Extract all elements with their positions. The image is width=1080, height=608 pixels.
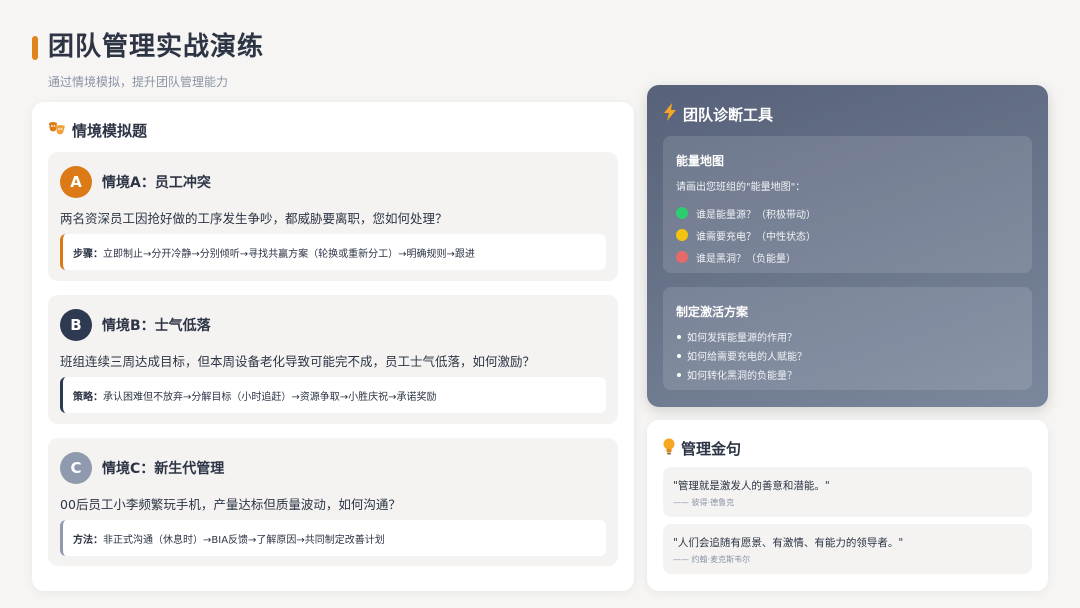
scenario-note-label-c: 方法： bbox=[73, 534, 103, 546]
scenarios-title: 情境模拟题 bbox=[72, 122, 148, 140]
scenario-description-b: 班组连续三周达成目标，但本周设备老化导致可能完不成，员工士气低落，如何激励？ bbox=[60, 354, 536, 369]
energy-map-prompt: 请画出您班组的"能量地图"： bbox=[676, 182, 806, 193]
quotes-header: 管理金句 bbox=[663, 438, 741, 459]
quote-item: "管理就是激发人的善意和潜能。" —— 彼得·德鲁克 bbox=[663, 467, 1032, 517]
list-item: 如何转化黑洞的负能量？ bbox=[677, 365, 807, 384]
activation-plan-list: 如何发挥能量源的作用？ 如何给需要充电的人赋能？ 如何转化黑洞的负能量？ bbox=[677, 327, 807, 384]
list-item: 如何给需要充电的人赋能？ bbox=[677, 346, 807, 365]
theater-masks-icon bbox=[48, 121, 66, 141]
scenarios-card: 情境模拟题 A 情境A：员工冲突 两名资深员工因抢好做的工序发生争吵，都威胁要离… bbox=[32, 102, 634, 591]
green-dot-icon bbox=[676, 207, 688, 219]
quote-text: "人们会追随有愿景、有激情、有能力的领导者。" bbox=[673, 537, 904, 549]
activation-plan-title: 制定激活方案 bbox=[676, 305, 749, 319]
scenario-badge-b: B bbox=[60, 309, 92, 341]
energy-item-label: 谁是能量源？（积极带动） bbox=[696, 209, 816, 221]
quotes-title: 管理金句 bbox=[681, 440, 742, 458]
bullet-icon bbox=[677, 353, 681, 358]
scenario-card-b: B 情境B：士气低落 班组连续三周达成目标，但本周设备老化导致可能完不成，员工士… bbox=[48, 295, 618, 424]
scenario-badge-a: A bbox=[60, 166, 92, 198]
list-item: 如何发挥能量源的作用？ bbox=[677, 327, 807, 346]
energy-item-blackhole: 谁是黑洞？（负能量） bbox=[676, 246, 816, 268]
diagnosis-card: 团队诊断工具 能量地图 请画出您班组的"能量地图"： 谁是能量源？（积极带动） … bbox=[647, 85, 1048, 407]
quote-item: "人们会追随有愿景、有激情、有能力的领导者。" —— 约翰·麦克斯韦尔 bbox=[663, 524, 1032, 574]
energy-item-source: 谁是能量源？（积极带动） bbox=[676, 202, 816, 224]
scenario-title-b: 情境B：士气低落 bbox=[102, 318, 211, 334]
plan-item-text: 如何转化黑洞的负能量？ bbox=[687, 371, 797, 382]
scenario-note-label-a: 步骤： bbox=[73, 248, 103, 260]
lightning-icon bbox=[663, 103, 677, 125]
scenario-badge-c: C bbox=[60, 452, 92, 484]
diagnosis-header: 团队诊断工具 bbox=[663, 103, 773, 125]
title-accent-bar bbox=[32, 36, 38, 60]
activation-plan-box: 制定激活方案 如何发挥能量源的作用？ 如何给需要充电的人赋能？ 如何转化黑洞的负… bbox=[663, 287, 1032, 390]
scenario-note-text-c: 非正式沟通（休息时）→BIA反馈→了解原因→共同制定改善计划 bbox=[103, 534, 385, 546]
scenario-note-text-b: 承认困难但不放弃→分解目标（小时追赶）→资源争取→小胜庆祝→承诺奖励 bbox=[103, 391, 437, 403]
scenario-note-a: 步骤： 立即制止→分开冷静→分别倾听→寻找共赢方案（轮换或重新分工）→明确规则→… bbox=[60, 234, 606, 270]
scenario-note-label-b: 策略： bbox=[73, 391, 103, 403]
scenario-description-c: 00后员工小李频繁玩手机，产量达标但质量波动，如何沟通？ bbox=[60, 497, 401, 512]
scenario-note-text-a: 立即制止→分开冷静→分别倾听→寻找共赢方案（轮换或重新分工）→明确规则→跟进 bbox=[103, 248, 475, 260]
quote-author: —— 彼得·德鲁克 bbox=[673, 498, 735, 507]
bullet-icon bbox=[677, 334, 681, 339]
scenarios-header: 情境模拟题 bbox=[48, 120, 147, 141]
scenario-title-c: 情境C：新生代管理 bbox=[102, 461, 225, 477]
plan-item-text: 如何给需要充电的人赋能？ bbox=[687, 352, 807, 363]
lightbulb-icon bbox=[663, 438, 675, 459]
scenario-note-b: 策略： 承认困难但不放弃→分解目标（小时追赶）→资源争取→小胜庆祝→承诺奖励 bbox=[60, 377, 606, 413]
energy-map-title: 能量地图 bbox=[676, 154, 725, 168]
page-subtitle: 通过情境模拟，提升团队管理能力 bbox=[48, 75, 229, 89]
yellow-dot-icon bbox=[676, 229, 688, 241]
bullet-icon bbox=[677, 372, 681, 377]
energy-map-list: 谁是能量源？（积极带动） 谁需要充电？（中性状态） 谁是黑洞？（负能量） bbox=[676, 202, 816, 268]
scenario-title-a: 情境A：员工冲突 bbox=[102, 175, 211, 191]
scenario-description-a: 两名资深员工因抢好做的工序发生争吵，都威胁要离职，您如何处理？ bbox=[60, 211, 448, 226]
energy-item-label: 谁是黑洞？（负能量） bbox=[696, 253, 796, 265]
scenario-note-c: 方法： 非正式沟通（休息时）→BIA反馈→了解原因→共同制定改善计划 bbox=[60, 520, 606, 556]
scenario-card-c: C 情境C：新生代管理 00后员工小李频繁玩手机，产量达标但质量波动，如何沟通？… bbox=[48, 438, 618, 566]
energy-item-label: 谁需要充电？（中性状态） bbox=[696, 231, 816, 243]
plan-item-text: 如何发挥能量源的作用？ bbox=[687, 333, 797, 344]
quote-author: —— 约翰·麦克斯韦尔 bbox=[673, 555, 751, 564]
diagnosis-title: 团队诊断工具 bbox=[683, 105, 774, 124]
scenario-card-a: A 情境A：员工冲突 两名资深员工因抢好做的工序发生争吵，都威胁要离职，您如何处… bbox=[48, 152, 618, 281]
energy-map-box: 能量地图 请画出您班组的"能量地图"： 谁是能量源？（积极带动） 谁需要充电？（… bbox=[663, 136, 1032, 273]
red-dot-icon bbox=[676, 251, 688, 263]
energy-item-charge: 谁需要充电？（中性状态） bbox=[676, 224, 816, 246]
page-title: 团队管理实战演练 bbox=[48, 32, 265, 62]
quotes-card: 管理金句 "管理就是激发人的善意和潜能。" —— 彼得·德鲁克 "人们会追随有愿… bbox=[647, 420, 1048, 591]
quote-text: "管理就是激发人的善意和潜能。" bbox=[673, 480, 830, 492]
